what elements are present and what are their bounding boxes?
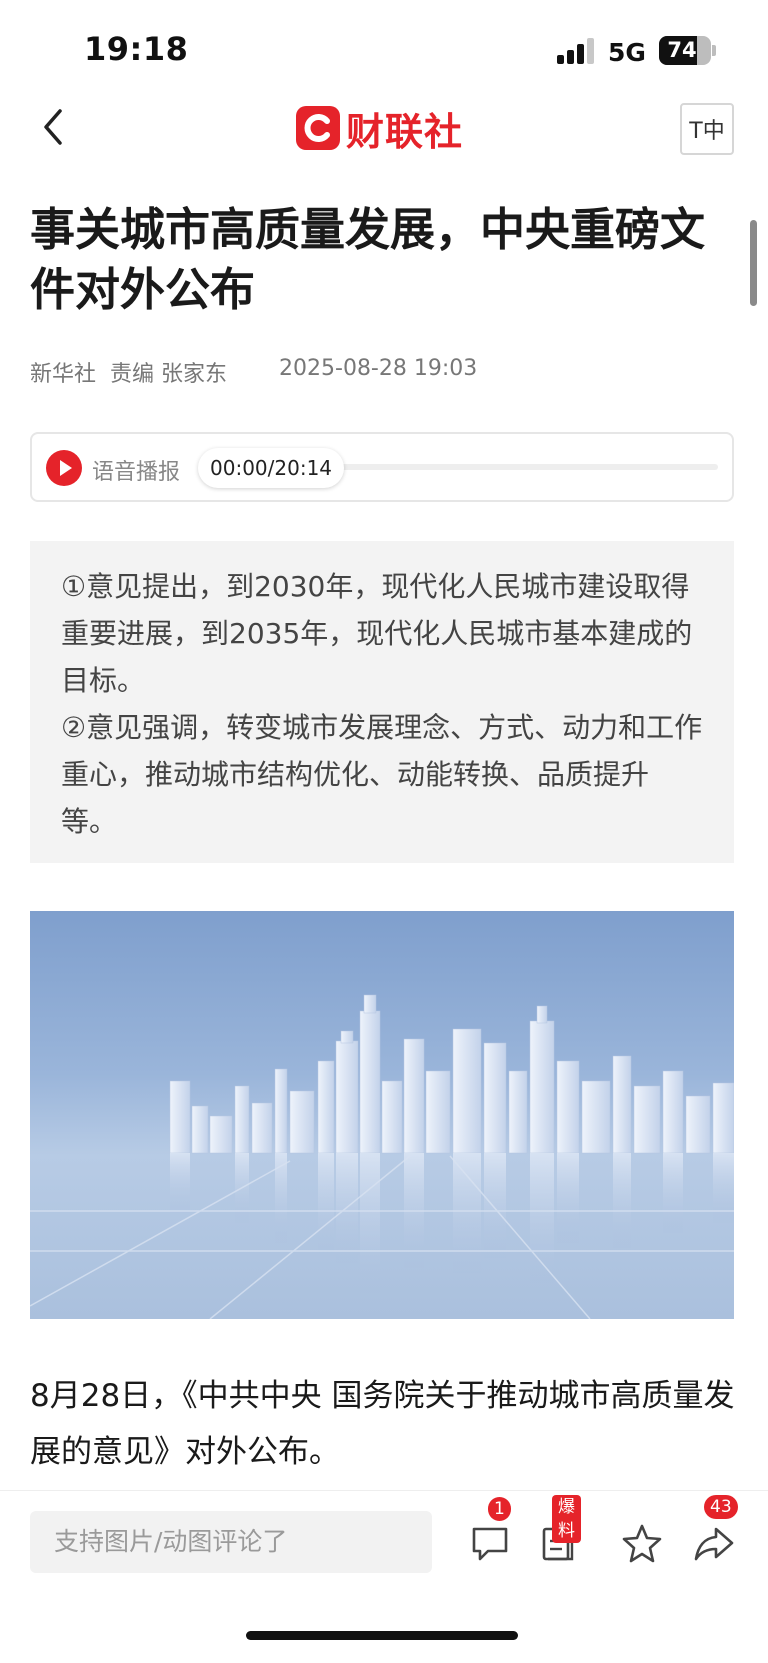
back-button[interactable] xyxy=(36,107,72,147)
audio-player: 语音播报 00:00/20:14 xyxy=(30,432,734,502)
brand-logo: 财联社 xyxy=(296,103,464,154)
comment-icon xyxy=(472,1527,508,1561)
favorite-button[interactable] xyxy=(620,1521,664,1565)
logo-mark-icon xyxy=(296,106,340,150)
article-image[interactable] xyxy=(30,911,734,1319)
battery-level: 74 xyxy=(667,38,697,62)
font-size-button[interactable]: T中 xyxy=(680,103,734,155)
comment-input[interactable]: 支持图片/动图评论了 xyxy=(30,1511,432,1573)
comment-button[interactable]: 1 xyxy=(468,1497,512,1565)
tip-label-badge: 爆料 xyxy=(552,1495,581,1543)
article-title: 事关城市高质量发展，中央重磅文件对外公布 xyxy=(30,203,706,316)
nav-header: 财联社 T中 xyxy=(0,95,768,165)
comment-count-badge: 1 xyxy=(488,1497,511,1521)
article-date: 2025-08-28 19:03 xyxy=(279,356,478,381)
signal-icon xyxy=(557,38,597,64)
battery-icon: 74 xyxy=(659,36,711,65)
audio-label: 语音播报 xyxy=(92,460,181,485)
share-count-badge: 43 xyxy=(704,1495,738,1519)
chevron-left-icon xyxy=(44,109,62,145)
star-icon xyxy=(622,1524,662,1563)
article-source[interactable]: 新华社 xyxy=(30,356,96,388)
network-type: 5G xyxy=(608,38,646,67)
battery-tip xyxy=(712,45,716,56)
article-summary: ①意见提出，到2030年，现代化人民城市建设取得重要进展，到2035年，现代化人… xyxy=(30,541,734,863)
scrollbar[interactable] xyxy=(750,220,757,306)
city-skyline-image xyxy=(30,994,734,1319)
brand-name: 财联社 xyxy=(346,109,464,154)
article-body: 8月28日，《中共中央 国务院关于推动城市高质量发展的意见》对外公布。 xyxy=(30,1378,735,1470)
article-meta: 新华社 责编 张家东 2025-08-28 19:03 xyxy=(30,356,491,388)
home-indicator[interactable] xyxy=(246,1631,518,1640)
bottom-toolbar: 支持图片/动图评论了 1 爆料 43 xyxy=(0,1490,768,1663)
status-time: 19:18 xyxy=(84,30,189,68)
play-icon[interactable] xyxy=(46,450,82,486)
audio-time-handle[interactable]: 00:00/20:14 xyxy=(198,448,345,488)
tip-button[interactable]: 爆料 xyxy=(536,1495,581,1565)
summary-point: ①意见提出，到2030年，现代化人民城市建设取得重要进展，到2035年，现代化人… xyxy=(61,570,693,697)
article-editor: 责编 张家东 xyxy=(110,362,228,387)
status-bar: 19:18 5G 74 xyxy=(0,0,768,92)
summary-point: ②意见强调，转变城市发展理念、方式、动力和工作重心，推动城市结构优化、动能转换、… xyxy=(61,711,703,838)
share-icon xyxy=(694,1527,734,1561)
share-button[interactable]: 43 xyxy=(692,1495,738,1565)
